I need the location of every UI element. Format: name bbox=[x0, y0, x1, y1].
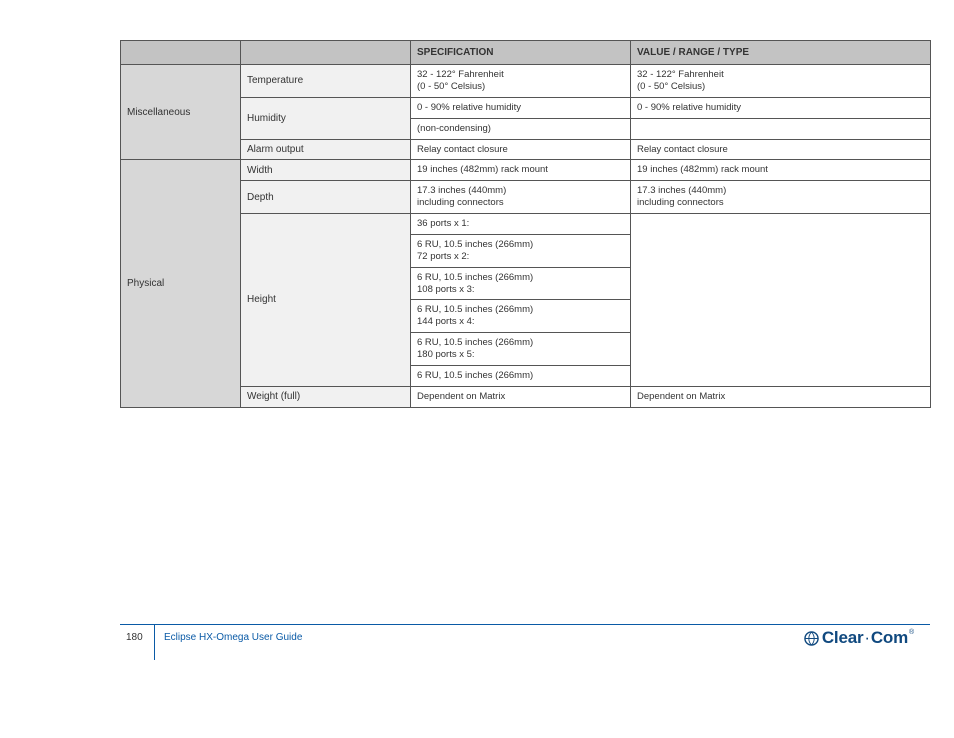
value-cell: 19 inches (482mm) rack mount bbox=[631, 160, 931, 181]
value-cell bbox=[631, 214, 931, 387]
category-cell: Physical bbox=[121, 160, 241, 407]
footer-vline bbox=[154, 624, 155, 660]
spec-cell: Relay contact closure bbox=[411, 139, 631, 160]
table-row: Height36 ports x 1: bbox=[121, 214, 931, 235]
spec-cell: 6 RU, 10.5 inches (266mm)108 ports x 3: bbox=[411, 267, 631, 300]
brand-word-b: Com bbox=[871, 628, 908, 648]
subcategory-cell: Width bbox=[241, 160, 411, 181]
table-row: Depth17.3 inches (440mm)including connec… bbox=[121, 181, 931, 214]
value-cell: Relay contact closure bbox=[631, 139, 931, 160]
value-cell: 0 - 90% relative humidity bbox=[631, 97, 931, 118]
value-cell: 17.3 inches (440mm)including connectors bbox=[631, 181, 931, 214]
col-header-blank1 bbox=[121, 41, 241, 65]
brand-logo: Clear · Com ® bbox=[804, 628, 914, 648]
spec-cell: 0 - 90% relative humidity bbox=[411, 97, 631, 118]
table-row: PhysicalWidth19 inches (482mm) rack moun… bbox=[121, 160, 931, 181]
spec-cell: 6 RU, 10.5 inches (266mm)144 ports x 4: bbox=[411, 300, 631, 333]
spec-cell: 6 RU, 10.5 inches (266mm)72 ports x 2: bbox=[411, 234, 631, 267]
subcategory-cell: Alarm output bbox=[241, 139, 411, 160]
spec-table: SPECIFICATION VALUE / RANGE / TYPE Misce… bbox=[120, 40, 931, 408]
table-header-row: SPECIFICATION VALUE / RANGE / TYPE bbox=[121, 41, 931, 65]
table-row: Weight (full)Dependent on MatrixDependen… bbox=[121, 386, 931, 407]
value-cell bbox=[631, 118, 931, 139]
col-header-spec: SPECIFICATION bbox=[411, 41, 631, 65]
value-cell: 32 - 122° Fahrenheit(0 - 50° Celsius) bbox=[631, 65, 931, 98]
spec-cell: 6 RU, 10.5 inches (266mm) bbox=[411, 365, 631, 386]
page-number: 180 bbox=[126, 632, 143, 643]
subcategory-cell: Temperature bbox=[241, 65, 411, 98]
spec-table-body: MiscellaneousTemperature32 - 122° Fahren… bbox=[121, 65, 931, 408]
brand-tm: ® bbox=[909, 629, 914, 636]
subcategory-cell: Height bbox=[241, 214, 411, 387]
spec-cell: 32 - 122° Fahrenheit(0 - 50° Celsius) bbox=[411, 65, 631, 98]
subcategory-cell: Weight (full) bbox=[241, 386, 411, 407]
col-header-blank2 bbox=[241, 41, 411, 65]
brand-dot: · bbox=[863, 628, 870, 648]
spec-cell: Dependent on Matrix bbox=[411, 386, 631, 407]
category-cell: Miscellaneous bbox=[121, 65, 241, 160]
table-row: MiscellaneousTemperature32 - 122° Fahren… bbox=[121, 65, 931, 98]
col-header-value: VALUE / RANGE / TYPE bbox=[631, 41, 931, 65]
spec-cell: 6 RU, 10.5 inches (266mm)180 ports x 5: bbox=[411, 333, 631, 366]
spec-cell: 17.3 inches (440mm)including connectors bbox=[411, 181, 631, 214]
subcategory-cell: Depth bbox=[241, 181, 411, 214]
subcategory-cell: Humidity bbox=[241, 97, 411, 139]
footer-caption: Eclipse HX-Omega User Guide bbox=[164, 632, 302, 643]
spec-cell: 36 ports x 1: bbox=[411, 214, 631, 235]
globe-icon bbox=[804, 631, 819, 646]
value-cell: Dependent on Matrix bbox=[631, 386, 931, 407]
brand-word-a: Clear bbox=[822, 628, 864, 648]
table-row: Alarm outputRelay contact closureRelay c… bbox=[121, 139, 931, 160]
spec-cell: (non-condensing) bbox=[411, 118, 631, 139]
table-row: Humidity0 - 90% relative humidity0 - 90%… bbox=[121, 97, 931, 118]
footer-rule bbox=[120, 624, 930, 625]
spec-cell: 19 inches (482mm) rack mount bbox=[411, 160, 631, 181]
